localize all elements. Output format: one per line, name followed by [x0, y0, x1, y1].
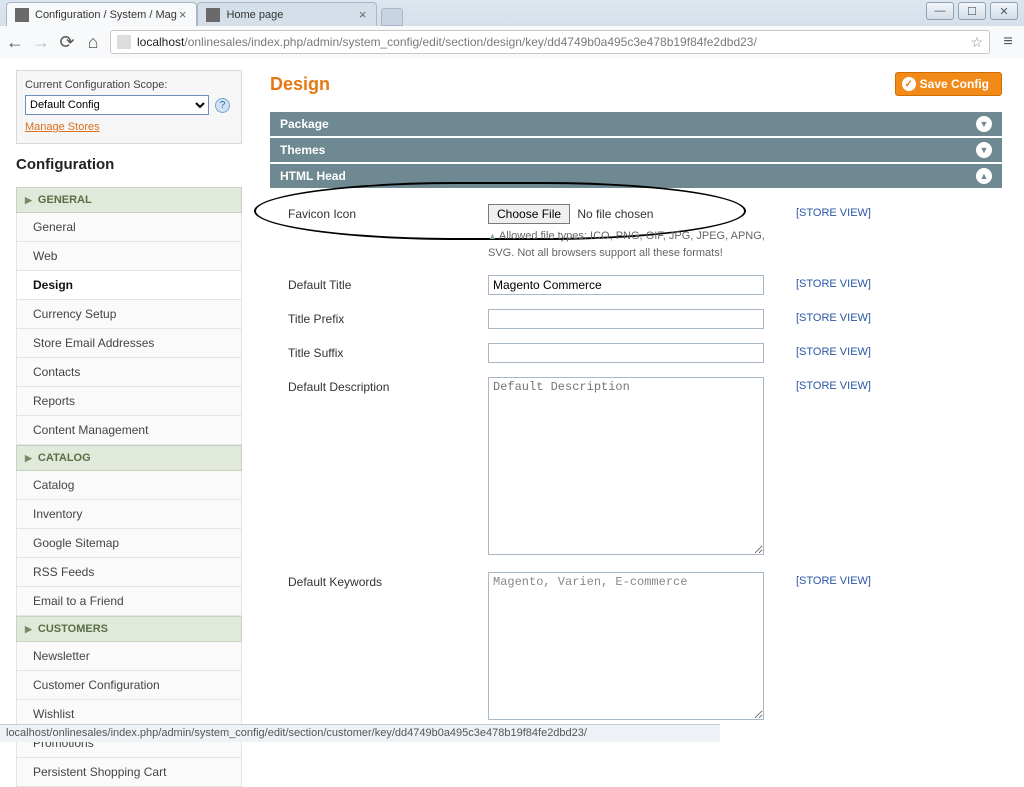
nav-item[interactable]: Persistent Shopping Cart: [16, 758, 242, 787]
bookmark-star-icon[interactable]: ☆: [970, 34, 983, 51]
scope-tag: [STORE VIEW]: [796, 204, 871, 219]
nav-item[interactable]: Reports: [16, 387, 242, 416]
new-tab-button[interactable]: [381, 8, 403, 26]
default-title-input[interactable]: [488, 275, 764, 295]
nav-item[interactable]: General: [16, 213, 242, 242]
nav-item[interactable]: Email to a Friend: [16, 587, 242, 616]
file-status: No file chosen: [577, 207, 653, 221]
field-label: Title Prefix: [288, 309, 488, 326]
nav-item[interactable]: RSS Feeds: [16, 558, 242, 587]
section-title: Package: [280, 117, 329, 131]
browser-menu-button[interactable]: ≡: [998, 33, 1018, 51]
nav-group-label: CUSTOMERS: [38, 623, 108, 635]
nav-group-label: CATALOG: [38, 452, 91, 464]
html-head-form: Favicon Icon Choose File No file chosen …: [270, 190, 1002, 747]
page-title: Design: [270, 74, 330, 95]
default-keywords-textarea[interactable]: [488, 572, 764, 720]
tab-close-icon[interactable]: ×: [357, 7, 369, 22]
triangle-icon: ▶: [25, 624, 32, 635]
save-label: Save Config: [920, 77, 989, 91]
nav-item[interactable]: Contacts: [16, 358, 242, 387]
favicon-icon: [206, 8, 220, 22]
nav-item[interactable]: Inventory: [16, 500, 242, 529]
address-bar[interactable]: localhost/onlinesales/index.php/admin/sy…: [110, 30, 990, 54]
config-scope-box: Current Configuration Scope: Default Con…: [16, 70, 242, 144]
field-label: Default Description: [288, 377, 488, 394]
status-bar: localhost/onlinesales/index.php/admin/sy…: [0, 724, 720, 742]
nav-item[interactable]: Google Sitemap: [16, 529, 242, 558]
scope-select[interactable]: Default Config: [25, 95, 209, 115]
default-description-textarea[interactable]: [488, 377, 764, 555]
nav-group-label: GENERAL: [38, 194, 92, 206]
check-icon: ✓: [902, 77, 916, 91]
field-label: Default Keywords: [288, 572, 488, 589]
browser-chrome: — ☐ ✕ Configuration / System / Mag × Hom…: [0, 0, 1024, 58]
title-suffix-input[interactable]: [488, 343, 764, 363]
window-maximize[interactable]: ☐: [958, 2, 986, 20]
url-host: localhost: [137, 35, 184, 49]
page-icon: [117, 35, 131, 49]
field-label: Default Title: [288, 275, 488, 292]
chevron-up-icon: ▲: [976, 168, 992, 184]
nav-group-head[interactable]: ▶ GENERAL: [16, 187, 242, 213]
tab-title: Home page: [226, 9, 283, 21]
back-button[interactable]: ←: [6, 33, 24, 51]
scope-tag: [STORE VIEW]: [796, 377, 871, 392]
save-config-button[interactable]: ✓ Save Config: [895, 72, 1002, 96]
nav-item[interactable]: Currency Setup: [16, 300, 242, 329]
nav-item[interactable]: Store Email Addresses: [16, 329, 242, 358]
section-title: Themes: [280, 143, 325, 157]
section-themes[interactable]: Themes ▼: [270, 138, 1002, 162]
section-package[interactable]: Package ▼: [270, 112, 1002, 136]
sidebar-title: Configuration: [16, 156, 242, 173]
url-path: /onlinesales/index.php/admin/system_conf…: [184, 35, 756, 49]
scope-tag: [STORE VIEW]: [796, 343, 871, 358]
nav-item[interactable]: Customer Configuration: [16, 671, 242, 700]
scope-label: Current Configuration Scope:: [25, 79, 233, 91]
choose-file-button[interactable]: Choose File: [488, 204, 570, 224]
nav-item[interactable]: Content Management: [16, 416, 242, 445]
triangle-icon: ▶: [25, 195, 32, 206]
field-label: Title Suffix: [288, 343, 488, 360]
browser-tab-active[interactable]: Configuration / System / Mag ×: [6, 2, 197, 26]
nav-item[interactable]: Web: [16, 242, 242, 271]
nav-group-head[interactable]: ▶ CATALOG: [16, 445, 242, 471]
help-icon[interactable]: ?: [215, 98, 230, 113]
file-note: ▲Allowed file types: ICO, PNG, GIF, JPG,…: [488, 228, 768, 261]
chevron-down-icon: ▼: [976, 142, 992, 158]
nav-group-head[interactable]: ▶ CUSTOMERS: [16, 616, 242, 642]
nav-item[interactable]: Newsletter: [16, 642, 242, 671]
scope-tag: [STORE VIEW]: [796, 309, 871, 324]
main-content: Design ✓ Save Config Package ▼ Themes ▼ …: [252, 58, 1024, 724]
browser-tab[interactable]: Home page ×: [197, 2, 377, 26]
sidebar: Current Configuration Scope: Default Con…: [0, 58, 252, 724]
forward-button[interactable]: →: [32, 33, 50, 51]
nav-item[interactable]: Catalog: [16, 471, 242, 500]
title-prefix-input[interactable]: [488, 309, 764, 329]
section-title: HTML Head: [280, 169, 346, 183]
triangle-icon: ▶: [25, 453, 32, 464]
scope-tag: [STORE VIEW]: [796, 572, 871, 587]
nav-item[interactable]: Design: [16, 271, 242, 300]
scope-tag: [STORE VIEW]: [796, 275, 871, 290]
browser-toolbar: ← → ⟳ ⌂ localhost/onlinesales/index.php/…: [0, 26, 1024, 58]
tab-strip: Configuration / System / Mag × Home page…: [0, 0, 1024, 26]
field-label: Favicon Icon: [288, 204, 488, 221]
manage-stores-link[interactable]: Manage Stores: [25, 121, 100, 133]
reload-button[interactable]: ⟳: [58, 33, 76, 51]
favicon-icon: [15, 8, 29, 22]
tab-close-icon[interactable]: ×: [177, 7, 189, 22]
home-button[interactable]: ⌂: [84, 33, 102, 51]
window-minimize[interactable]: —: [926, 2, 954, 20]
tab-title: Configuration / System / Mag: [35, 9, 177, 21]
section-html-head[interactable]: HTML Head ▲: [270, 164, 1002, 188]
window-close[interactable]: ✕: [990, 2, 1018, 20]
chevron-down-icon: ▼: [976, 116, 992, 132]
